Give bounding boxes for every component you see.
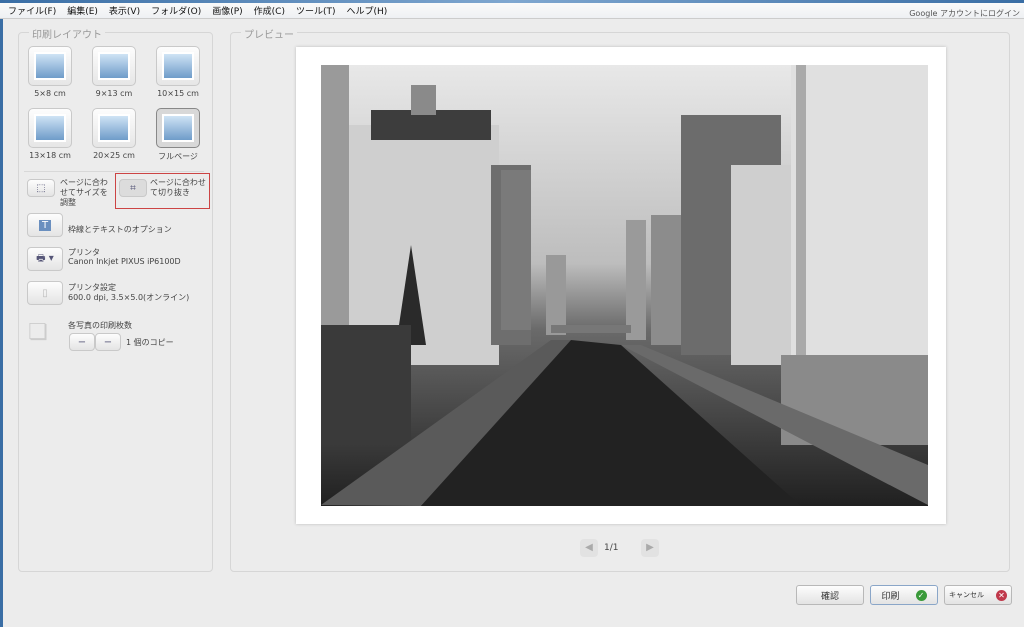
- copies-icon: ❏: [28, 320, 48, 345]
- border-text-options-button[interactable]: T: [27, 213, 63, 237]
- chevron-right-icon: ▶: [646, 542, 654, 553]
- preview-page: [296, 47, 946, 524]
- divider: [24, 171, 204, 172]
- fit-resize-button[interactable]: ⬚: [27, 179, 55, 197]
- text-frame-icon: T: [38, 219, 52, 231]
- print-label: 印刷: [881, 591, 900, 602]
- cancel-button[interactable]: キャンセル ✕: [944, 585, 1012, 605]
- chevron-left-icon: ◀: [585, 542, 593, 553]
- window-left-border: [0, 19, 3, 627]
- previous-page-button[interactable]: ◀: [580, 539, 598, 557]
- menu-create[interactable]: 作成(C): [254, 4, 285, 17]
- layout-13x18[interactable]: [28, 108, 72, 148]
- confirm-label: 確認: [820, 591, 839, 602]
- menu-bar: ファイル(F) 編集(E) 表示(V) フォルダ(O) 画像(P) 作成(C) …: [0, 3, 1024, 19]
- layout-label: フルページ: [158, 152, 198, 161]
- layout-thumbnail-icon: [98, 52, 130, 80]
- google-login-link[interactable]: Google アカウントにログイン: [909, 8, 1020, 19]
- canal-city-photo: [321, 65, 928, 506]
- layout-label: 10×15 cm: [157, 89, 199, 98]
- printer-settings-label: プリンタ設定: [68, 283, 116, 292]
- menu-view[interactable]: 表示(V): [109, 4, 140, 17]
- printer-settings-value: 600.0 dpi, 3.5×5.0(オンライン): [68, 293, 190, 302]
- copies-label: 各写真の印刷枚数: [68, 321, 132, 330]
- layout-label: 13×18 cm: [29, 151, 71, 160]
- copies-value: 1 個のコピー: [126, 338, 174, 347]
- layout-thumbnail-icon: [98, 114, 130, 142]
- fit-resize-label: ページに合わせてサイズを調整: [60, 178, 108, 207]
- layout-thumbnail-icon: [34, 114, 66, 142]
- fit-crop-label: ページに合わせて切り抜き: [150, 178, 206, 197]
- print-layout-title: 印刷レイアウト: [29, 26, 105, 41]
- preview-photo: [321, 65, 928, 506]
- printer-settings-button[interactable]: ▯: [27, 281, 63, 305]
- menu-file[interactable]: ファイル(F): [8, 4, 56, 17]
- print-button[interactable]: 印刷 ✓: [870, 585, 938, 605]
- layout-thumbnail-icon: [162, 114, 194, 142]
- fit-crop-button[interactable]: ⌗: [119, 179, 147, 197]
- layout-label: 9×13 cm: [95, 89, 133, 98]
- crop-icon: ⌗: [130, 182, 136, 194]
- close-icon: ✕: [996, 589, 1007, 601]
- menu-tools[interactable]: ツール(T): [296, 4, 336, 17]
- cancel-label: キャンセル: [949, 591, 984, 599]
- layout-5x8[interactable]: [28, 46, 72, 86]
- layout-thumbnail-icon: [34, 52, 66, 80]
- page-indicator: 1/1: [604, 543, 619, 553]
- settings-document-icon: ▯: [42, 287, 48, 299]
- layout-label: 5×8 cm: [34, 89, 66, 98]
- resize-icon: ⬚: [36, 182, 46, 194]
- menu-picture[interactable]: 画像(P): [212, 4, 242, 17]
- layout-label: 20×25 cm: [93, 151, 135, 160]
- printer-icon: 🖶 ▾: [36, 252, 54, 264]
- preview-title: プレビュー: [241, 26, 297, 41]
- layout-thumbnail-icon: [162, 52, 194, 80]
- confirm-button[interactable]: 確認: [796, 585, 864, 605]
- printer-select-button[interactable]: 🖶 ▾: [27, 247, 63, 271]
- check-icon: ✓: [915, 589, 927, 601]
- printer-name: Canon Inkjet PIXUS iP6100D: [68, 257, 181, 266]
- copies-decrease-button[interactable]: −: [69, 333, 95, 351]
- menu-folder[interactable]: フォルダ(O): [151, 4, 201, 17]
- border-text-options-label[interactable]: 枠線とテキストのオプション: [68, 225, 172, 235]
- next-page-button[interactable]: ▶: [641, 539, 659, 557]
- layout-full-page[interactable]: [156, 108, 200, 148]
- layout-20x25[interactable]: [92, 108, 136, 148]
- menu-edit[interactable]: 編集(E): [67, 4, 98, 17]
- copies-increase-button[interactable]: −: [95, 333, 121, 351]
- layout-10x15[interactable]: [156, 46, 200, 86]
- layout-9x13[interactable]: [92, 46, 136, 86]
- menu-help[interactable]: ヘルプ(H): [347, 4, 388, 17]
